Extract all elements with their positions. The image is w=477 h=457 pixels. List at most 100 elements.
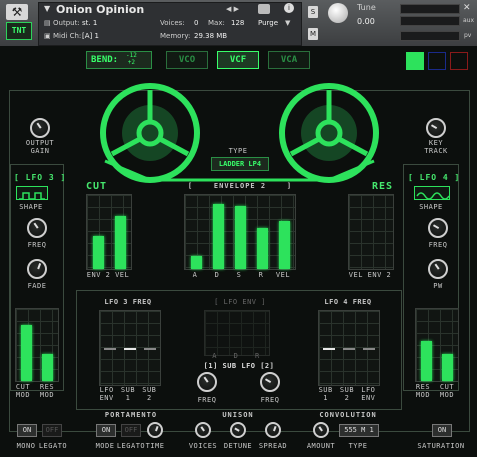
lfo3-freq-label: FREQ (27, 241, 47, 249)
output-value[interactable]: st. 1 (82, 19, 97, 27)
legato-toggle[interactable]: OFF (42, 424, 62, 437)
lfo3-freq-labels: LFO ENV SUB 1 SUB 2 (96, 386, 160, 402)
convolution-amount-knob[interactable] (313, 422, 329, 438)
lfo4-freq-marker-3[interactable] (363, 348, 375, 350)
porta-legato-toggle[interactable]: OFF (121, 424, 141, 437)
lfo3-freq-knob[interactable] (27, 218, 47, 238)
porta-time-knob[interactable] (147, 422, 163, 438)
lfo4-freq-label-1: SUB 1 (318, 386, 333, 402)
cut-mod-sliders[interactable] (86, 194, 132, 270)
envelope2-bar-4[interactable] (256, 228, 268, 269)
instrument-panel: BEND: -12 +2 VCO VCF VCA OUTPUT GAIN KEY… (0, 46, 477, 457)
tab-vco[interactable]: VCO (166, 51, 208, 69)
sub-lfo2-freq-label: FREQ (260, 396, 280, 404)
tab-vca[interactable]: VCA (268, 51, 310, 69)
volume-slider[interactable] (400, 31, 460, 41)
lfo3-freq-sliders[interactable] (99, 310, 161, 386)
unison-detune-knob[interactable] (230, 422, 246, 438)
close-icon[interactable]: ✕ (463, 3, 471, 13)
envelope2-bar-1[interactable] (190, 255, 202, 269)
tune-value: 0.00 (357, 17, 375, 26)
lfo3-mod-bar-2[interactable] (42, 353, 53, 381)
purge-chevron-icon[interactable]: ▼ (285, 19, 290, 27)
lfo3-freq-marker-1[interactable] (104, 348, 116, 350)
bend-range[interactable]: -12 +2 (126, 52, 137, 66)
filter-type-label: TYPE (228, 147, 248, 155)
lfo-env-label-2: D (233, 352, 239, 360)
convolution-type-selector[interactable]: 555 M 1 (339, 424, 379, 437)
cut-bar-1[interactable] (92, 235, 104, 269)
wrench-icon[interactable]: ⚒ (6, 4, 28, 20)
lfo4-res-mod-label: RES MOD (415, 383, 431, 399)
envelope2-sliders[interactable] (184, 194, 296, 270)
purge-dropdown[interactable]: Purge (258, 19, 278, 27)
lfo3-shape-label: SHAPE (19, 203, 43, 211)
color-select-1[interactable] (406, 52, 424, 70)
mono-toggle[interactable]: ON (17, 424, 37, 437)
detune-label: DETUNE (223, 442, 253, 450)
aux-label[interactable]: aux (463, 17, 474, 24)
output-gain-knob[interactable] (30, 118, 50, 138)
prev-next-arrows[interactable]: ◀ ▶ (226, 5, 239, 13)
lfo4-shape-sine-icon[interactable] (414, 186, 450, 200)
key-track-label: KEY TRACK (424, 139, 448, 155)
conv-type-label: TYPE (348, 442, 368, 450)
lfo3-shape-square-icon[interactable] (16, 186, 48, 200)
lfo4-freq-knob[interactable] (428, 218, 448, 238)
mute-button[interactable]: M (308, 28, 318, 40)
lfo3-fade-knob[interactable] (27, 259, 47, 279)
sub-lfo1-freq-knob[interactable] (197, 372, 217, 392)
lfo4-pw-knob[interactable] (428, 259, 448, 279)
lfo3-freq-marker-3[interactable] (144, 348, 156, 350)
unison-voices-knob[interactable] (195, 422, 211, 438)
lfo4-shape-label: SHAPE (419, 203, 443, 211)
res-title: RES (372, 181, 394, 192)
color-select-3[interactable] (450, 52, 468, 70)
res-mod-sliders[interactable] (348, 194, 394, 270)
pitch-bend-display[interactable]: BEND: (86, 51, 152, 69)
memory-value: 29.38 MB (194, 32, 228, 40)
lfo3-mod-sliders[interactable] (15, 308, 59, 382)
bend-bottom-value: +2 (127, 59, 136, 66)
envelope2-bar-2[interactable] (212, 203, 224, 269)
lfo3-freq-marker-2[interactable] (124, 348, 136, 350)
cut-bar-2[interactable] (114, 215, 126, 269)
amount-label: AMOUNT (306, 442, 336, 450)
tab-vcf[interactable]: VCF (217, 51, 259, 69)
lfo4-mod-bar-2[interactable] (442, 353, 453, 381)
midi-value[interactable]: [A] 1 (82, 32, 99, 40)
lfo4-freq-labels: SUB 1 SUB 2 LFO ENV (315, 386, 379, 402)
info-icon[interactable]: i (284, 3, 294, 13)
envelope2-label-3: S (236, 271, 242, 279)
lfo4-freq-sliders[interactable] (318, 310, 380, 386)
key-track-knob[interactable] (426, 118, 446, 138)
spread-label: SPREAD (258, 442, 288, 450)
porta-mode-toggle[interactable]: ON (96, 424, 116, 437)
lfo4-mod-bar-1[interactable] (421, 341, 432, 381)
lfo3-fade-label: FADE (27, 282, 47, 290)
envelope2-bar-5[interactable] (278, 220, 290, 269)
cut-env2-label: ENV 2 (86, 271, 111, 279)
saturation-toggle[interactable]: ON (432, 424, 452, 437)
envelope2-bar-3[interactable] (234, 206, 246, 269)
lfo4-freq-marker-2[interactable] (343, 348, 355, 350)
tune-knob[interactable] (328, 3, 348, 23)
sub-lfo2-freq-knob[interactable] (260, 372, 280, 392)
instrument-name[interactable]: Onion Opinion (56, 3, 144, 16)
lfo4-freq-marker-1[interactable] (323, 348, 335, 350)
max-value[interactable]: 128 (231, 19, 244, 27)
camera-icon[interactable] (258, 4, 270, 14)
lfo4-mod-sliders[interactable] (415, 308, 459, 382)
unison-spread-knob[interactable] (265, 422, 281, 438)
legato-label: LEGATO (38, 442, 68, 450)
solo-button[interactable]: S (308, 6, 318, 18)
color-select-2[interactable] (428, 52, 446, 70)
unison-title: UNISON (222, 411, 254, 419)
lfo-env-sliders[interactable] (204, 310, 270, 356)
pv-label[interactable]: pv (464, 32, 471, 39)
envelope2-label-5: VEL (275, 271, 291, 279)
filter-type-selector[interactable]: LADDER LP4 (211, 157, 269, 171)
max-label: Max: (208, 19, 225, 27)
lfo3-mod-bar-1[interactable] (21, 324, 32, 381)
collapse-icon[interactable]: ▼ (44, 4, 50, 13)
